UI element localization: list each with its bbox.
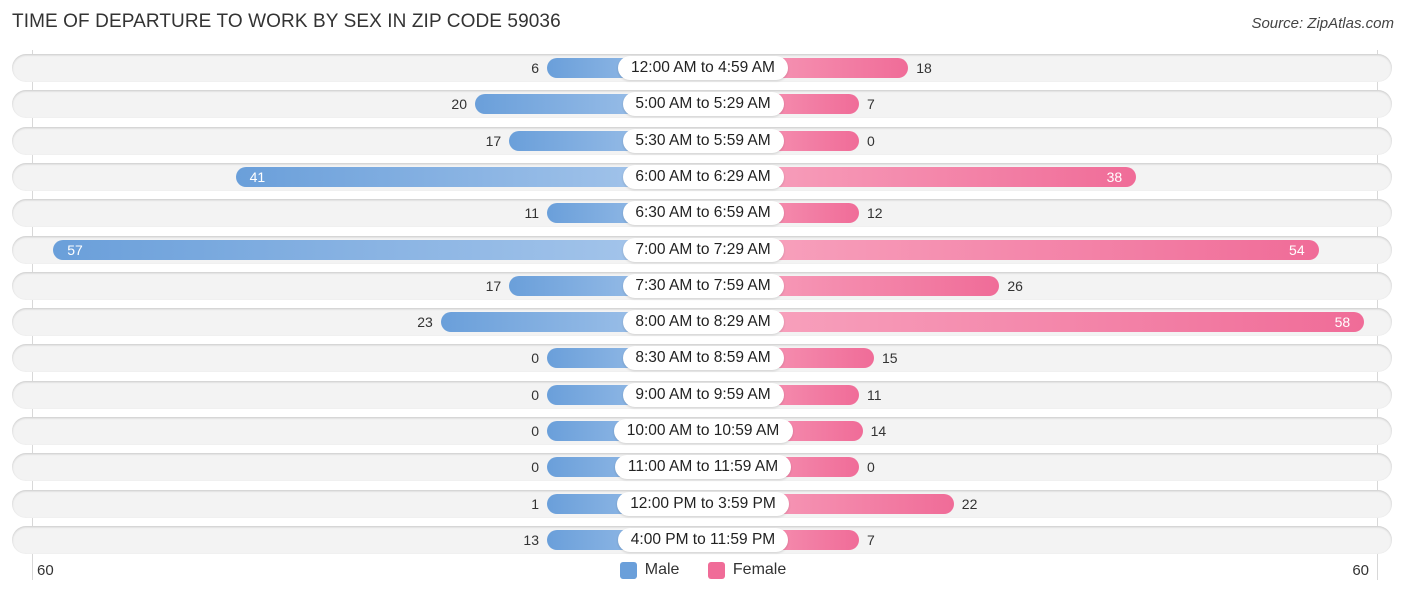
category-label: 8:30 AM to 8:59 AM xyxy=(622,346,784,371)
legend-label-male: Male xyxy=(644,561,680,578)
bar-male[interactable] xyxy=(53,239,703,260)
category-label: 6:30 AM to 6:59 AM xyxy=(622,201,784,226)
value-label-male: 0 xyxy=(531,459,539,476)
value-label-male: 13 xyxy=(523,531,539,548)
value-label-male: 0 xyxy=(531,423,539,439)
value-label-male: 6 xyxy=(531,60,539,76)
category-label: 4:00 PM to 11:59 PM xyxy=(618,527,788,552)
value-label-female: 7 xyxy=(867,96,875,113)
category-label: 7:30 AM to 7:59 AM xyxy=(622,273,784,298)
value-label-female: 58 xyxy=(1334,314,1351,331)
legend-label-female: Female xyxy=(732,561,787,578)
legend-item-female[interactable]: Female xyxy=(707,561,787,579)
category-label: 12:00 PM to 3:59 PM xyxy=(617,491,789,516)
chart-title: TIME OF DEPARTURE TO WORK BY SEX IN ZIP … xyxy=(12,11,561,32)
value-label-male: 17 xyxy=(485,132,502,149)
value-label-female: 22 xyxy=(961,495,978,512)
category-label: 10:00 AM to 10:59 AM xyxy=(613,419,793,443)
value-label-female: 7 xyxy=(867,531,875,548)
value-label-female: 0 xyxy=(867,132,875,149)
legend: Male Female xyxy=(0,561,1406,584)
value-label-male: 57 xyxy=(67,241,83,258)
legend-swatch-female xyxy=(707,561,725,579)
value-label-female: 54 xyxy=(1289,241,1305,258)
value-label-male: 1 xyxy=(531,495,539,512)
value-label-male: 11 xyxy=(524,205,539,222)
category-label: 9:00 AM to 9:59 AM xyxy=(622,382,784,407)
legend-item-male[interactable]: Male xyxy=(619,561,680,579)
bar-female[interactable] xyxy=(703,239,1319,260)
category-label: 12:00 AM to 4:59 AM xyxy=(618,56,788,80)
value-label-female: 26 xyxy=(1007,277,1023,294)
value-label-female: 38 xyxy=(1106,168,1123,185)
category-label: 5:30 AM to 5:59 AM xyxy=(622,128,784,153)
category-label: 11:00 AM to 11:59 AM xyxy=(615,455,791,480)
bar-female[interactable] xyxy=(703,312,1365,333)
category-label: 7:00 AM to 7:29 AM xyxy=(622,237,784,262)
category-label: 8:00 AM to 8:29 AM xyxy=(622,310,784,335)
value-label-male: 0 xyxy=(531,350,539,367)
legend-swatch-male xyxy=(619,561,637,579)
value-label-male: 41 xyxy=(249,168,266,185)
value-label-female: 18 xyxy=(916,60,932,76)
value-label-female: 12 xyxy=(867,205,883,222)
value-label-male: 23 xyxy=(417,314,433,331)
value-label-male: 20 xyxy=(451,96,467,113)
category-label: 5:00 AM to 5:29 AM xyxy=(622,92,784,117)
value-label-male: 17 xyxy=(485,277,502,294)
value-label-female: 14 xyxy=(870,423,887,439)
value-label-male: 0 xyxy=(531,386,539,403)
value-label-female: 15 xyxy=(882,350,898,367)
value-label-female: 0 xyxy=(867,459,875,476)
source-label: Source: ZipAtlas.com xyxy=(1251,15,1394,32)
value-label-female: 11 xyxy=(867,386,882,403)
category-label: 6:00 AM to 6:29 AM xyxy=(622,164,784,189)
